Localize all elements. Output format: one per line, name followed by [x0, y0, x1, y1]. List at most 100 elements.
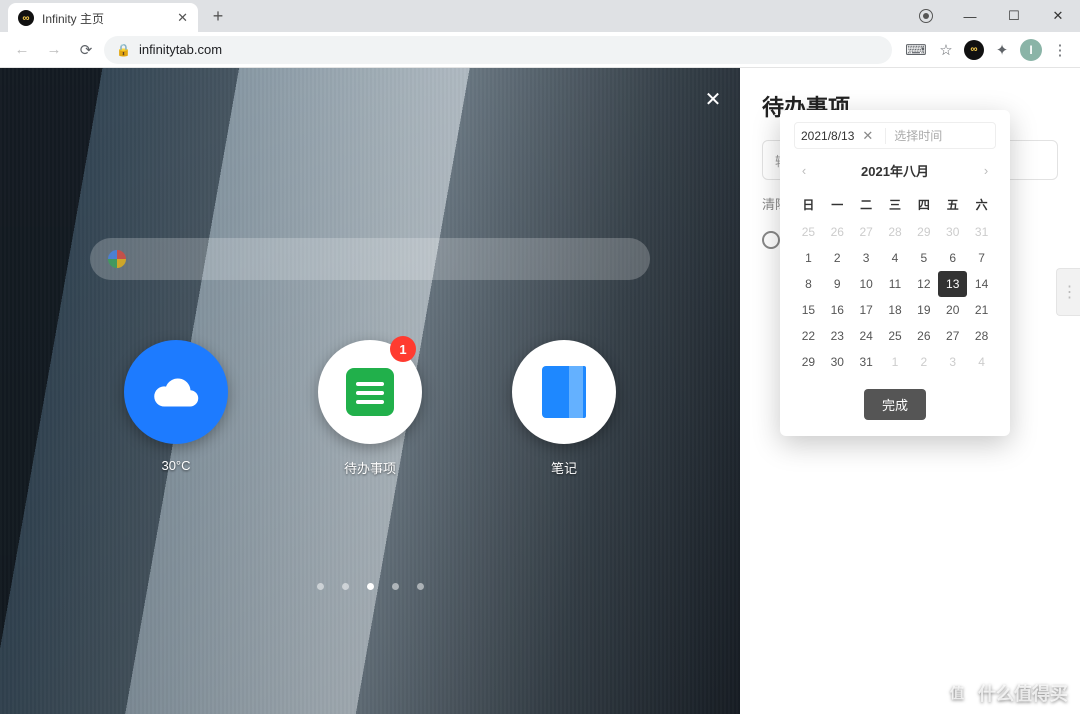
- calendar-day[interactable]: 25: [881, 323, 910, 349]
- calendar-day[interactable]: 6: [938, 245, 967, 271]
- nav-forward-button[interactable]: →: [40, 36, 68, 64]
- calendar-day[interactable]: 29: [909, 219, 938, 245]
- page-dot[interactable]: [342, 583, 349, 590]
- picker-month-nav: ‹ 2021年八月 ›: [794, 161, 996, 180]
- calendar-day[interactable]: 20: [938, 297, 967, 323]
- toolbar-right: ⌨ ☆ ∞ ✦ I ⋮: [904, 38, 1072, 62]
- picker-done-button[interactable]: 完成: [864, 389, 926, 420]
- calendar-day[interactable]: 22: [794, 323, 823, 349]
- calendar-day[interactable]: 24: [852, 323, 881, 349]
- new-tab-button[interactable]: +: [204, 2, 232, 30]
- status-dot-icon: [904, 0, 948, 32]
- app-shortcuts: 30°C 1 待办事项 笔记: [124, 340, 616, 477]
- calendar-day[interactable]: 7: [967, 245, 996, 271]
- calendar-day[interactable]: 4: [881, 245, 910, 271]
- picker-prev-month[interactable]: ‹: [794, 163, 814, 178]
- page-dots[interactable]: [0, 583, 740, 590]
- calendar-day[interactable]: 26: [823, 219, 852, 245]
- browser-tab[interactable]: ∞ Infinity 主页 ✕: [8, 3, 198, 33]
- panel-close-icon[interactable]: ✕: [700, 86, 726, 112]
- calendar-day[interactable]: 1: [794, 245, 823, 271]
- page-dot[interactable]: [417, 583, 424, 590]
- calendar-day[interactable]: 14: [967, 271, 996, 297]
- weekday-label: 日: [794, 190, 823, 219]
- calendar-day[interactable]: 13: [938, 271, 967, 297]
- sidebar-handle[interactable]: ⋮: [1056, 268, 1080, 316]
- calendar-day[interactable]: 17: [852, 297, 881, 323]
- weekday-label: 六: [967, 190, 996, 219]
- calendar-day[interactable]: 23: [823, 323, 852, 349]
- calendar-day[interactable]: 21: [967, 297, 996, 323]
- calendar-day[interactable]: 28: [881, 219, 910, 245]
- calendar-day[interactable]: 2: [909, 349, 938, 375]
- calendar-day[interactable]: 15: [794, 297, 823, 323]
- calendar-day[interactable]: 28: [967, 323, 996, 349]
- calendar-day[interactable]: 30: [823, 349, 852, 375]
- address-bar[interactable]: 🔒 infinitytab.com: [104, 36, 892, 64]
- weekday-label: 二: [852, 190, 881, 219]
- calendar-day[interactable]: 10: [852, 271, 881, 297]
- calendar-day[interactable]: 3: [852, 245, 881, 271]
- calendar-day[interactable]: 31: [967, 219, 996, 245]
- app-notes[interactable]: 笔记: [512, 340, 616, 477]
- extension-infinity-icon[interactable]: ∞: [964, 40, 984, 60]
- wallpaper-panel: ✕ 30°C 1 待办事项 笔记: [0, 68, 740, 714]
- calendar-day[interactable]: 30: [938, 219, 967, 245]
- tab-close-icon[interactable]: ✕: [177, 10, 188, 26]
- picker-month-title: 2021年八月: [861, 161, 929, 180]
- calendar-day[interactable]: 27: [938, 323, 967, 349]
- window-close[interactable]: ✕: [1036, 0, 1080, 32]
- calendar-day[interactable]: 4: [967, 349, 996, 375]
- calendar-day[interactable]: 3: [938, 349, 967, 375]
- calendar-day[interactable]: 26: [909, 323, 938, 349]
- window-controls: — ☐ ✕: [904, 0, 1080, 32]
- google-icon: [108, 250, 126, 268]
- bookmark-icon[interactable]: ☆: [934, 38, 958, 62]
- page-dot[interactable]: [367, 583, 374, 590]
- picker-clear-icon[interactable]: ✕: [858, 128, 877, 144]
- address-url: infinitytab.com: [139, 42, 222, 57]
- picker-date-value[interactable]: 2021/8/13: [801, 129, 854, 143]
- window-maximize[interactable]: ☐: [992, 0, 1036, 32]
- calendar-day[interactable]: 11: [881, 271, 910, 297]
- calendar-day[interactable]: 31: [852, 349, 881, 375]
- page-dot[interactable]: [392, 583, 399, 590]
- calendar-day[interactable]: 5: [909, 245, 938, 271]
- calendar-day[interactable]: 12: [909, 271, 938, 297]
- nav-reload-button[interactable]: ⟳: [72, 36, 100, 64]
- picker-next-month[interactable]: ›: [976, 163, 996, 178]
- watermark: 值 什么值得买: [944, 680, 1068, 706]
- calendar-day[interactable]: 16: [823, 297, 852, 323]
- profile-avatar[interactable]: I: [1020, 39, 1042, 61]
- app-weather[interactable]: 30°C: [124, 340, 228, 477]
- window-titlebar: ∞ Infinity 主页 ✕ + — ☐ ✕: [0, 0, 1080, 32]
- task-checkbox[interactable]: [762, 231, 780, 249]
- window-minimize[interactable]: —: [948, 0, 992, 32]
- menu-icon[interactable]: ⋮: [1048, 38, 1072, 62]
- calendar-day[interactable]: 18: [881, 297, 910, 323]
- cloud-icon: [147, 372, 205, 412]
- todo-badge: 1: [390, 336, 416, 362]
- calendar-day[interactable]: 2: [823, 245, 852, 271]
- weekday-label: 四: [909, 190, 938, 219]
- app-todo[interactable]: 1 待办事项: [318, 340, 422, 477]
- calendar-day[interactable]: 27: [852, 219, 881, 245]
- tab-title: Infinity 主页: [42, 10, 169, 27]
- calendar-day[interactable]: 9: [823, 271, 852, 297]
- translate-icon[interactable]: ⌨: [904, 38, 928, 62]
- app-todo-label: 待办事项: [344, 458, 396, 477]
- calendar-grid: 日一二三四五六 25262728293031123456789101112131…: [794, 190, 996, 375]
- weekday-label: 五: [938, 190, 967, 219]
- calendar-day[interactable]: 1: [881, 349, 910, 375]
- extensions-icon[interactable]: ✦: [990, 38, 1014, 62]
- watermark-icon: 值: [944, 680, 970, 706]
- page-dot[interactable]: [317, 583, 324, 590]
- calendar-day[interactable]: 25: [794, 219, 823, 245]
- nav-back-button[interactable]: ←: [8, 36, 36, 64]
- new-tab-search-bar[interactable]: [90, 238, 650, 280]
- picker-time-placeholder[interactable]: 选择时间: [894, 127, 989, 144]
- calendar-day[interactable]: 29: [794, 349, 823, 375]
- calendar-day[interactable]: 8: [794, 271, 823, 297]
- picker-separator: [885, 128, 886, 144]
- calendar-day[interactable]: 19: [909, 297, 938, 323]
